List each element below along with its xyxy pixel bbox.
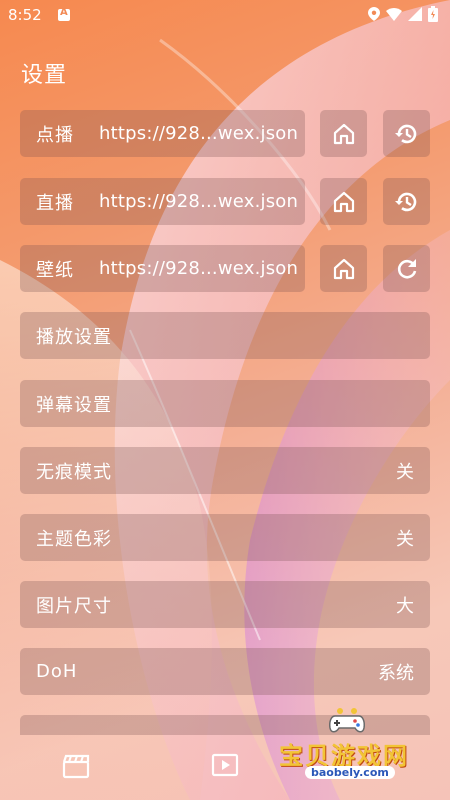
image-size-row[interactable]: 图片尺寸 大 xyxy=(20,581,430,628)
vod-history-button[interactable] xyxy=(383,110,430,157)
wifi-icon xyxy=(386,7,402,21)
signal-icon xyxy=(408,7,422,21)
status-bar: 8:52 xyxy=(0,0,450,30)
history-icon xyxy=(394,124,416,143)
status-time: 8:52 xyxy=(8,6,42,24)
danmaku-settings-row[interactable]: 弹幕设置 xyxy=(20,380,430,427)
notification-a-icon xyxy=(58,7,70,21)
doh-value: 系统 xyxy=(378,662,414,684)
wallpaper-refresh-button[interactable] xyxy=(383,245,430,292)
image-size-value: 大 xyxy=(396,595,414,617)
wallpaper-source-url: https://928...wex.json xyxy=(99,258,299,279)
incognito-mode-row[interactable]: 无痕模式 关 xyxy=(20,447,430,494)
clapperboard-icon[interactable] xyxy=(62,753,90,779)
live-source-row[interactable]: 直播 https://928...wex.json xyxy=(20,178,305,225)
live-history-button[interactable] xyxy=(383,178,430,225)
battery-icon xyxy=(428,6,438,22)
playback-settings-row[interactable]: 播放设置 xyxy=(20,312,430,359)
vod-source-label: 点播 xyxy=(36,124,74,146)
live-tv-icon[interactable] xyxy=(211,752,239,778)
refresh-icon xyxy=(397,258,416,278)
live-source-url: https://928...wex.json xyxy=(99,191,299,212)
watermark-url: baobely.com xyxy=(305,766,395,779)
home-icon xyxy=(333,123,354,144)
live-home-button[interactable] xyxy=(320,178,367,225)
wallpaper-source-row[interactable]: 壁纸 https://928...wex.json xyxy=(20,245,305,292)
vod-home-button[interactable] xyxy=(320,110,367,157)
wallpaper-source-label: 壁纸 xyxy=(36,259,74,281)
page-title: 设置 xyxy=(21,63,68,88)
doh-row[interactable]: DoH 系统 xyxy=(20,648,430,695)
playback-settings-label: 播放设置 xyxy=(36,326,112,348)
settings-screen: 8:52 设置 点播 https://928...wex.json 直播 htt… xyxy=(0,0,450,800)
home-icon xyxy=(333,191,354,212)
history-icon xyxy=(394,192,416,211)
theme-color-label: 主题色彩 xyxy=(36,528,112,550)
home-icon xyxy=(333,258,354,279)
wallpaper-home-button[interactable] xyxy=(320,245,367,292)
theme-color-row[interactable]: 主题色彩 关 xyxy=(20,514,430,561)
live-source-label: 直播 xyxy=(36,192,74,214)
location-icon xyxy=(368,7,380,21)
doh-label: DoH xyxy=(36,661,78,682)
incognito-mode-label: 无痕模式 xyxy=(36,461,112,483)
gamepad-icon xyxy=(329,708,365,733)
danmaku-settings-label: 弹幕设置 xyxy=(36,394,112,416)
theme-color-value: 关 xyxy=(396,528,414,550)
incognito-mode-value: 关 xyxy=(396,461,414,483)
image-size-label: 图片尺寸 xyxy=(36,595,112,617)
vod-source-row[interactable]: 点播 https://928...wex.json xyxy=(20,110,305,157)
watermark-logo: 宝贝游戏网 baobely.com xyxy=(275,706,445,786)
vod-source-url: https://928...wex.json xyxy=(99,123,299,144)
